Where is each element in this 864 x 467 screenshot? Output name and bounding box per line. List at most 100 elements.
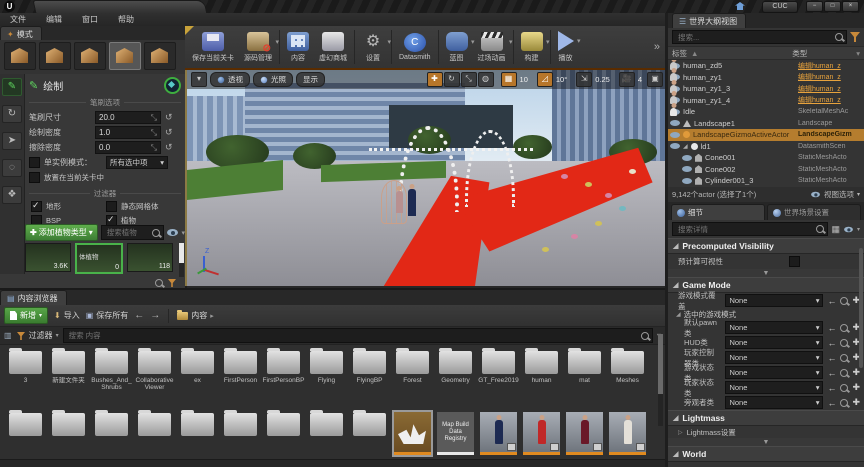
source-control-button[interactable]: 源码管理▾ (239, 30, 277, 65)
outliner-row[interactable]: Cone002StaticMeshActo (668, 164, 864, 176)
foliage-type-2-selected[interactable]: 体植物0 (75, 243, 123, 274)
user-account-button[interactable]: CUC (762, 1, 798, 13)
single-instance-dropdown[interactable]: 所有选中项▾ (106, 156, 168, 169)
maximize-button[interactable]: □ (824, 1, 841, 12)
content-search-input[interactable] (67, 330, 639, 341)
folder-tile[interactable]: GT_Free2019 (477, 348, 520, 406)
filters-button[interactable]: 过滤器▾ (16, 330, 59, 341)
filter-staticmesh-checkbox[interactable] (106, 201, 117, 212)
default-pawn-dropdown[interactable]: None▾ (725, 321, 823, 334)
mode-landscape-button[interactable] (74, 42, 106, 70)
mode-geometry-button[interactable] (144, 42, 176, 70)
gamemode-override-dropdown[interactable]: None▾ (725, 294, 823, 307)
player-controller-dropdown[interactable]: None▾ (725, 351, 823, 364)
foliage-search[interactable] (101, 225, 165, 240)
folder-tile[interactable]: Meshes (606, 348, 649, 406)
source-panel-toggle-icon[interactable]: ▥ (4, 331, 12, 340)
content-search[interactable] (63, 328, 653, 343)
scale-tool-icon[interactable]: ⤡ (461, 72, 477, 87)
breadcrumb[interactable]: 内容 ▸ (177, 310, 214, 321)
outliner-row[interactable]: ◢ld1DatasmithScen (668, 141, 864, 153)
tab-modes[interactable]: ✦ 模式 (0, 26, 42, 40)
tab-world-outliner[interactable]: ☰ 世界大纲视图 (672, 13, 746, 28)
folder-tile[interactable] (219, 410, 262, 459)
forward-nav-button[interactable]: → (150, 310, 160, 321)
mode-paint-button[interactable] (39, 42, 71, 70)
outliner-row[interactable]: human_zy1_3编辑human_z (668, 83, 864, 95)
section-lightmass[interactable]: ◢Lightmass (668, 410, 864, 426)
rotate-tool-icon[interactable]: ↻ (444, 72, 460, 87)
outliner-row[interactable]: Cylinder001_3StaticMeshActo (668, 175, 864, 187)
import-button[interactable]: ⬇ 导入 (54, 310, 80, 321)
tab-content-browser[interactable]: ▤ 内容浏览器 (0, 290, 67, 305)
section-world[interactable]: ◢World (668, 446, 864, 462)
display-filter-icon[interactable]: ▦ (831, 224, 840, 235)
paint-density-field[interactable]: 1.0⤡ (95, 126, 161, 139)
visibility-eye-icon[interactable] (682, 178, 692, 184)
brush-size-field[interactable]: 20.0⤡ (95, 111, 161, 124)
viewport-options-dropdown[interactable]: ▾ (191, 72, 207, 87)
foliage-gem-icon[interactable] (164, 77, 181, 94)
content-scrollbar[interactable] (658, 334, 663, 426)
add-new-button[interactable]: 新增▾ (4, 307, 48, 324)
col-label[interactable]: 标签 (672, 48, 687, 59)
folder-tile[interactable]: ex (176, 348, 219, 406)
folder-tile[interactable]: mat (563, 348, 606, 406)
asset-tile-human[interactable] (563, 410, 606, 459)
rotation-snap-icon[interactable]: ◿ (537, 72, 553, 87)
asset-tile-human[interactable] (477, 410, 520, 459)
folder-tile[interactable] (47, 410, 90, 459)
lasso-tool-button[interactable]: ◌ (2, 159, 22, 177)
maximize-viewport-icon[interactable]: ▣ (647, 72, 663, 87)
folder-tile[interactable]: Forest (391, 348, 434, 406)
folder-tile[interactable]: 3 (4, 348, 47, 406)
folder-tile[interactable] (90, 410, 133, 459)
folder-tile[interactable] (4, 410, 47, 459)
close-button[interactable]: × (842, 1, 859, 12)
details-search[interactable] (672, 222, 828, 236)
outliner-search-input[interactable] (676, 32, 833, 43)
add-foliage-type-button[interactable]: ✚添加植物类型▾ (25, 224, 98, 241)
mode-foliage-button[interactable] (109, 42, 141, 70)
folder-tile[interactable]: Flying (305, 348, 348, 406)
visibility-eye-icon[interactable] (670, 132, 680, 138)
player-state-dropdown[interactable]: None▾ (725, 381, 823, 394)
folder-tile[interactable]: FirstPerson (219, 348, 262, 406)
outliner-row-selected[interactable]: LandscapeGizmoActiveActorLandscapeGizm (668, 129, 864, 141)
reset-icon[interactable]: ↺ (165, 142, 173, 153)
foliage-type-3[interactable]: 118 (127, 243, 173, 272)
zoom-icon[interactable] (155, 279, 163, 287)
outliner-search[interactable] (672, 30, 847, 44)
folder-tile[interactable] (133, 410, 176, 459)
back-arrow-icon[interactable]: ← (827, 323, 836, 333)
filter-icon[interactable] (168, 279, 176, 287)
reset-icon[interactable]: ↺ (165, 112, 173, 123)
foliage-type-1[interactable]: 3.6K (25, 243, 71, 272)
build-button[interactable]: 构建▾ (516, 30, 548, 65)
camera-speed-icon[interactable]: 🎥 (619, 72, 635, 87)
outliner-row[interactable]: Landscape1Landscape (668, 118, 864, 130)
details-scrollbar[interactable] (859, 248, 863, 368)
back-arrow-icon[interactable]: ← (827, 338, 836, 348)
filter-landscape-checkbox[interactable] (31, 201, 42, 212)
folder-tile[interactable]: FlyingBP (348, 348, 391, 406)
select-tool-button[interactable]: ➤ (2, 132, 22, 150)
mode-place-button[interactable] (4, 42, 36, 70)
datasmith-button[interactable]: C Datasmith (394, 31, 436, 63)
grid-snap-icon[interactable]: ▦ (501, 72, 517, 87)
section-expander[interactable]: ▼ (668, 438, 864, 446)
lit-dropdown[interactable]: 光照 (253, 72, 293, 87)
browse-icon[interactable] (840, 384, 848, 392)
folder-tile[interactable]: Collaborative Viewer (133, 348, 176, 406)
erase-density-field[interactable]: 0.0⤡ (95, 141, 161, 154)
details-eye-icon[interactable] (844, 226, 853, 232)
back-arrow-icon[interactable]: ← (827, 368, 836, 378)
minimize-button[interactable]: − (806, 1, 823, 12)
level-viewport[interactable]: Z ▾ 透视 光照 显示 ✚ ↻ ⤡ ◍ ▦ 10 (185, 70, 667, 286)
reset-icon[interactable]: ↺ (165, 127, 173, 138)
paint-tool-button[interactable]: ✎ (2, 78, 22, 96)
play-button[interactable]: 播放▾ (553, 29, 579, 65)
eye-filter-icon[interactable] (167, 229, 178, 236)
back-arrow-icon[interactable]: ← (827, 353, 836, 363)
foliage-search-input[interactable] (105, 227, 151, 238)
